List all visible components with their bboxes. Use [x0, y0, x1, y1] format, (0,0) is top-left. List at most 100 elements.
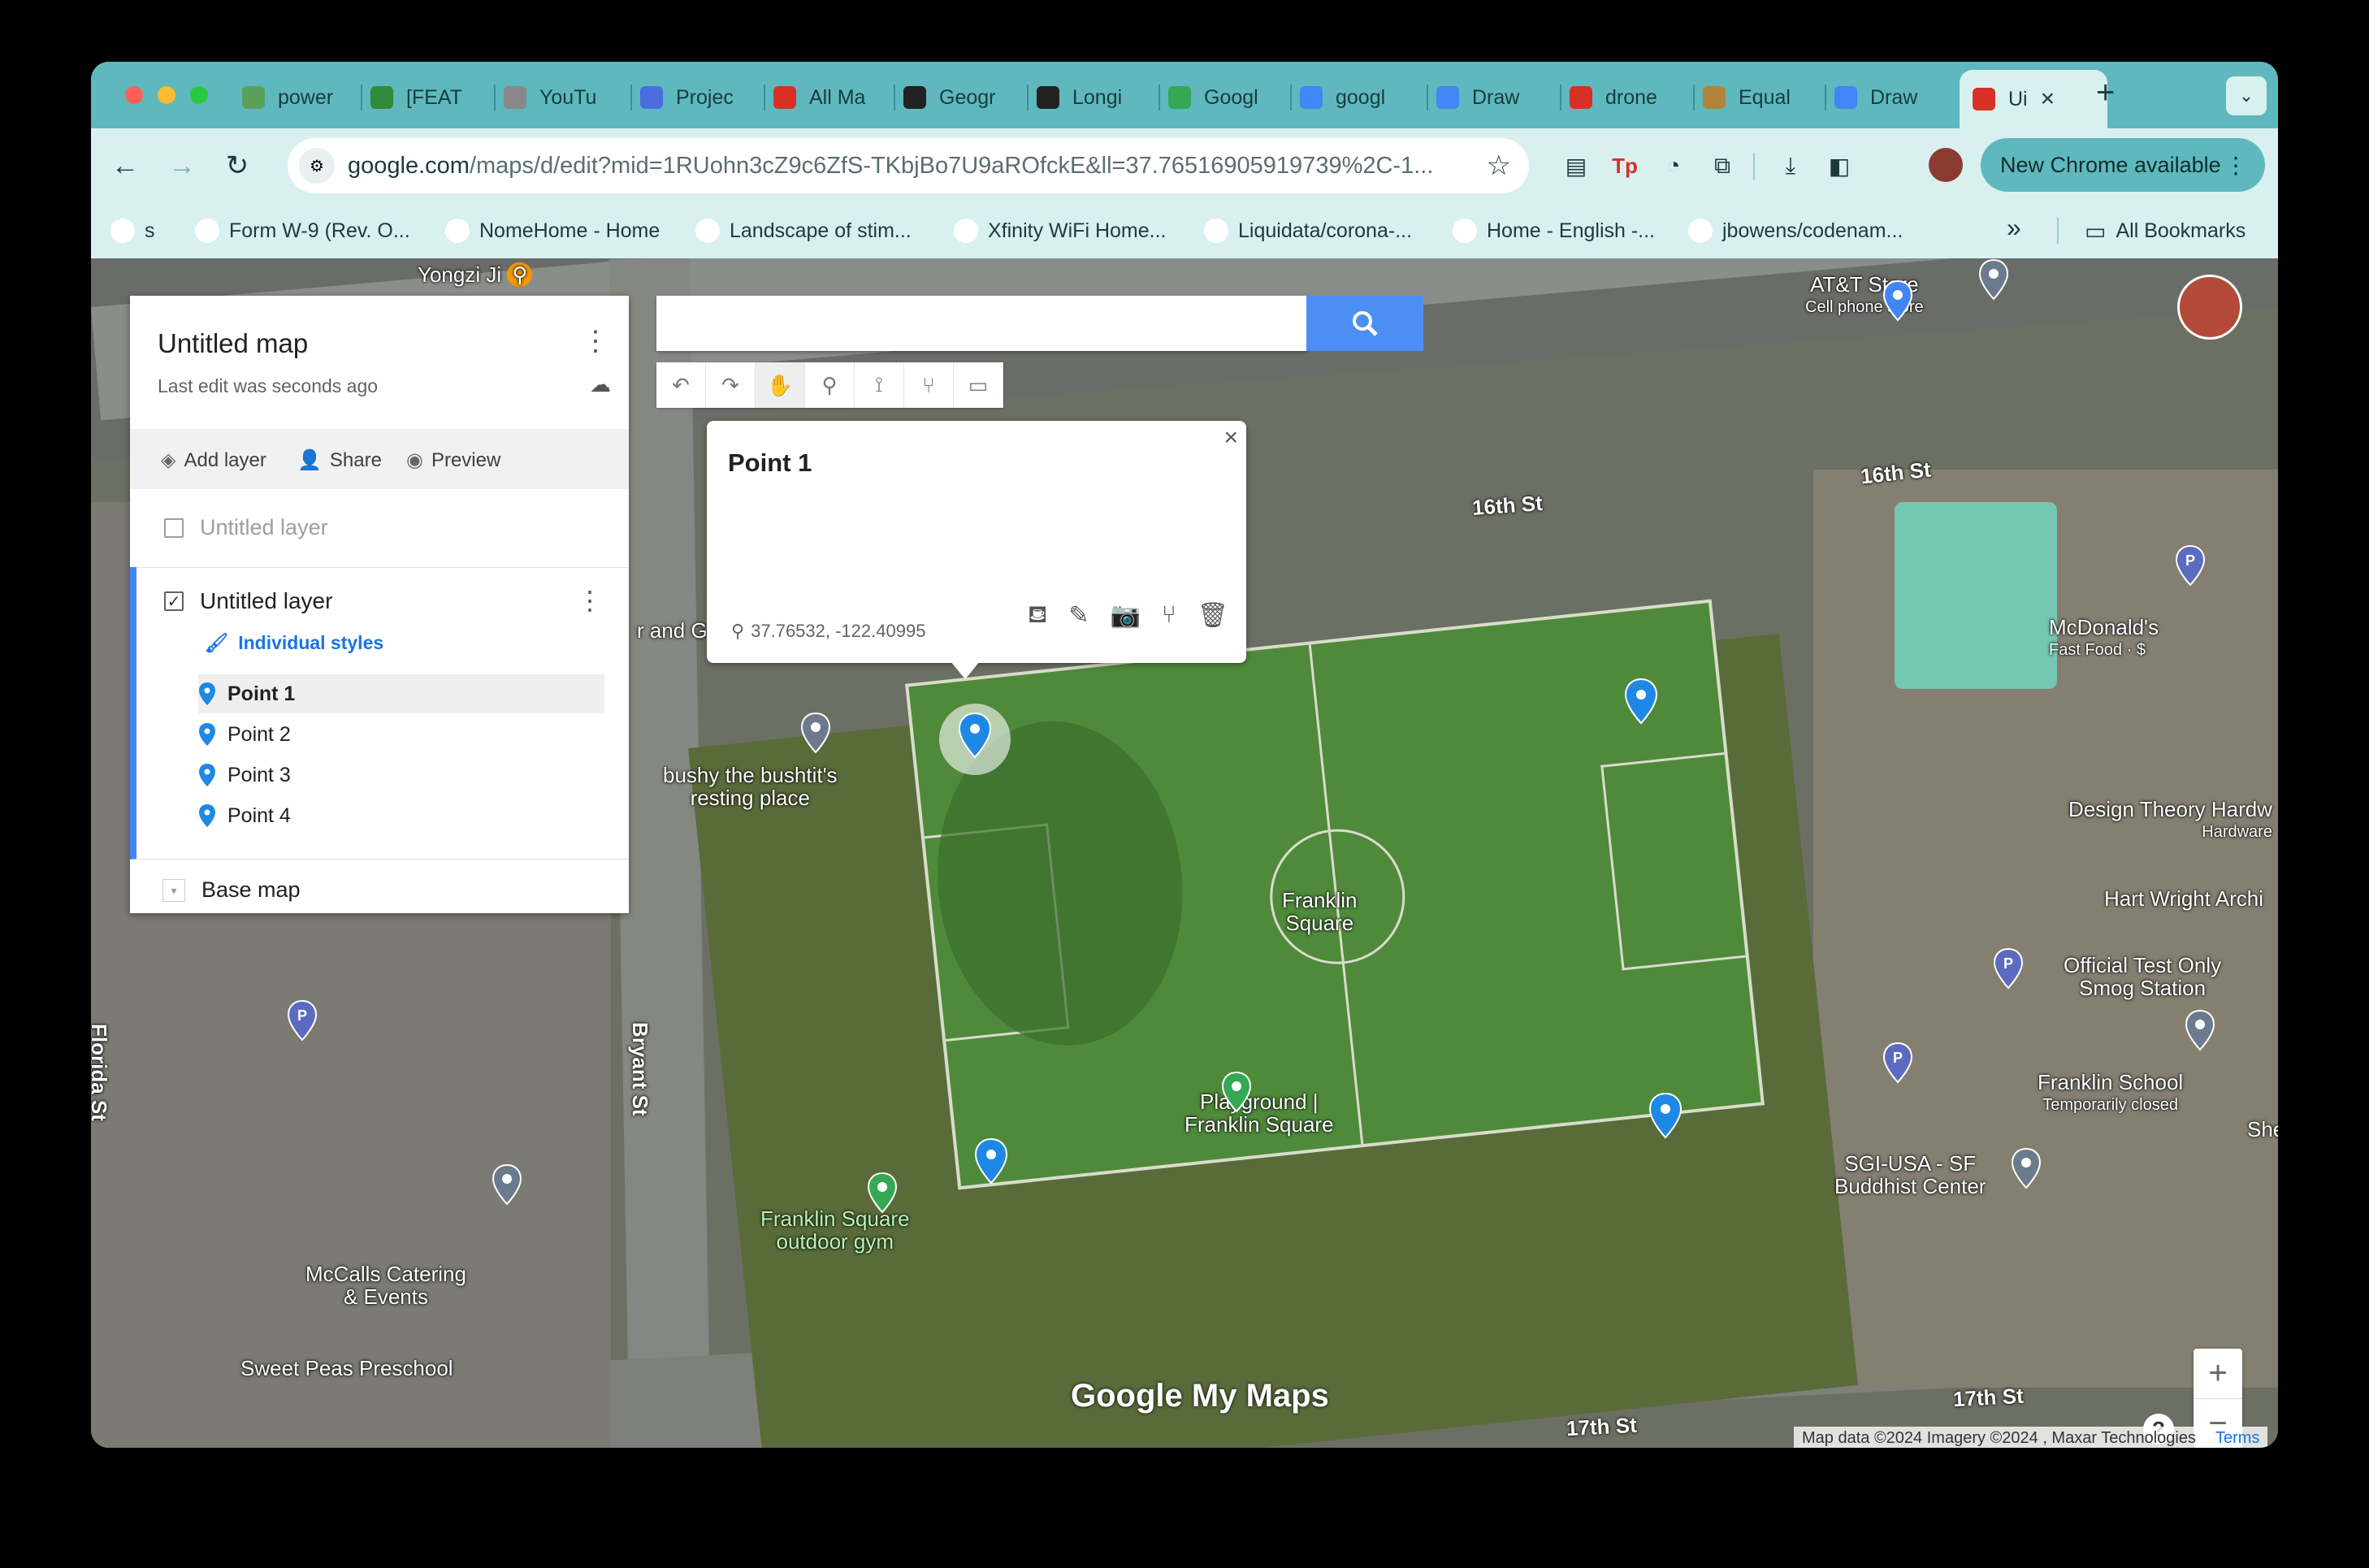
- download-icon[interactable]: ⤓: [1774, 149, 1807, 182]
- bookmark-8[interactable]: jbowens/codenam...: [1688, 216, 1903, 245]
- preview-button[interactable]: ◉ Preview: [406, 448, 500, 472]
- map-label-bushy[interactable]: bushy the bushtit's resting place: [663, 764, 838, 809]
- add-marker-button[interactable]: ⚲: [805, 362, 855, 408]
- back-button[interactable]: ←: [106, 146, 145, 185]
- shopping-marker-icon[interactable]: [1882, 279, 1914, 322]
- parking-marker-icon[interactable]: P: [1882, 1042, 1914, 1084]
- tab-9[interactable]: googl: [1300, 73, 1414, 122]
- tab-5[interactable]: All Ma: [773, 73, 887, 122]
- style-bucket-icon[interactable]: ⛾: [1028, 601, 1048, 632]
- all-bookmarks-button[interactable]: ▭ All Bookmarks: [2085, 216, 2246, 245]
- terms-link[interactable]: Terms: [2215, 1429, 2259, 1448]
- map-label-franklin-square[interactable]: Franklin Square: [1282, 889, 1357, 934]
- poi-marker-icon[interactable]: [2010, 1147, 2042, 1189]
- tab-2[interactable]: [FEAT: [370, 73, 484, 122]
- close-info-window-button[interactable]: ×: [1223, 424, 1238, 452]
- point-1-pin-icon[interactable]: [957, 712, 993, 759]
- tab-4[interactable]: Projec: [640, 73, 754, 122]
- add-directions-button[interactable]: ⑂: [904, 362, 954, 408]
- map-label-she[interactable]: She: [2247, 1118, 2278, 1141]
- new-chrome-available-button[interactable]: New Chrome available ⋮: [1981, 138, 2265, 192]
- map-label-sgi-usa[interactable]: SGI-USA - SF Buddhist Center: [1834, 1152, 1986, 1198]
- bookmark-6[interactable]: Liquidata/corona-...: [1204, 216, 1412, 245]
- map-title[interactable]: Untitled map: [158, 328, 308, 359]
- bookmark-1[interactable]: s: [110, 216, 155, 245]
- extension-badge-icon[interactable]: ◔: [1657, 149, 1690, 182]
- bookmarks-overflow-button[interactable]: »: [2007, 213, 2021, 243]
- share-button[interactable]: 👤 Share: [297, 448, 382, 472]
- account-avatar[interactable]: [2177, 275, 2242, 340]
- parking-marker-icon[interactable]: P: [2174, 544, 2207, 587]
- info-window-title[interactable]: Point 1: [728, 448, 812, 478]
- parking-marker-icon[interactable]: P: [286, 999, 318, 1042]
- parking-marker-icon[interactable]: P: [1992, 947, 2025, 990]
- redo-button[interactable]: ↷: [706, 362, 756, 408]
- layer-2[interactable]: ✓ Untitled layer ⋮ 🖌 Individual styles Po…: [130, 567, 629, 860]
- tab-7[interactable]: Longi: [1037, 73, 1150, 122]
- tab-8[interactable]: Googl: [1168, 73, 1282, 122]
- bookmark-2[interactable]: Form W-9 (Rev. O...: [195, 216, 410, 245]
- map-label-mccalls[interactable]: McCalls Catering & Events: [305, 1263, 466, 1308]
- draw-line-button[interactable]: ⟟: [855, 362, 904, 408]
- tab-11[interactable]: drone: [1570, 73, 1683, 122]
- base-map-row[interactable]: ▾ Base map: [130, 866, 629, 913]
- tab-1[interactable]: power: [242, 73, 356, 122]
- new-tab-button[interactable]: +: [2096, 75, 2115, 111]
- tab-12[interactable]: Equal: [1703, 73, 1817, 122]
- individual-styles-link[interactable]: 🖌 Individual styles: [205, 632, 383, 654]
- close-tab-icon[interactable]: ×: [2041, 85, 2055, 113]
- bookmark-3[interactable]: NomeHome - Home: [445, 216, 660, 245]
- feature-row-point-4[interactable]: Point 4: [198, 796, 604, 835]
- layer-1-name[interactable]: Untitled layer: [200, 515, 328, 540]
- bookmark-star-icon[interactable]: ☆: [1487, 149, 1511, 182]
- cast-icon[interactable]: ▤: [1560, 149, 1592, 182]
- bookmark-5[interactable]: Xfinity WiFi Home...: [954, 216, 1166, 245]
- camera-icon[interactable]: 📷: [1111, 601, 1141, 632]
- map-label-playground[interactable]: Playground | Franklin Square: [1184, 1090, 1334, 1136]
- reload-button[interactable]: ↻: [218, 146, 257, 185]
- bookmark-4[interactable]: Landscape of stim...: [695, 216, 912, 245]
- layer-2-name[interactable]: Untitled layer: [200, 588, 332, 614]
- bookmark-7[interactable]: Home - English -...: [1453, 216, 1655, 245]
- map-label-smog-station[interactable]: Official Test Only Smog Station: [2064, 954, 2221, 999]
- map-label-design-theory[interactable]: Design Theory Hardw Hardware: [2068, 798, 2272, 843]
- tab-10[interactable]: Draw: [1436, 73, 1550, 122]
- park-marker-icon[interactable]: [866, 1172, 899, 1214]
- search-input[interactable]: [656, 296, 1308, 351]
- close-window-button[interactable]: [125, 86, 143, 104]
- edit-pencil-icon[interactable]: ✎: [1068, 601, 1089, 632]
- side-panel-icon[interactable]: ◧: [1823, 149, 1856, 182]
- layer-1[interactable]: Untitled layer: [130, 489, 629, 568]
- zoom-in-button[interactable]: +: [2194, 1349, 2242, 1399]
- tab-search-button[interactable]: ⌄: [2226, 76, 2267, 115]
- tab-13[interactable]: Draw: [1834, 73, 1948, 122]
- poi-marker-icon[interactable]: [491, 1163, 523, 1206]
- map-label-outdoor-gym[interactable]: Franklin Square outdoor gym: [760, 1207, 910, 1253]
- map-options-button[interactable]: ⋮: [582, 325, 609, 357]
- map-label-franklin-school[interactable]: Franklin School Temporarily closed: [2038, 1071, 2183, 1116]
- measure-button[interactable]: ▭: [954, 362, 1003, 408]
- address-bar[interactable]: ⚙ google.com/maps/d/edit?mid=1RUohn3cZ9c…: [288, 138, 1529, 193]
- select-hand-button[interactable]: ✋: [756, 362, 805, 408]
- tab-14[interactable]: Ui ×: [1960, 70, 2107, 128]
- layer-1-checkbox[interactable]: [164, 518, 184, 538]
- minimize-window-button[interactable]: [158, 86, 175, 104]
- profile-avatar[interactable]: [1929, 148, 1963, 182]
- feature-row-point-1[interactable]: Point 1: [198, 674, 604, 713]
- extensions-puzzle-icon[interactable]: ⧉: [1706, 149, 1739, 182]
- point-3-pin-icon[interactable]: [1648, 1092, 1683, 1139]
- layer-2-checkbox[interactable]: ✓: [164, 591, 184, 611]
- map-label-hart-wright[interactable]: Hart Wright Archi: [2104, 887, 2263, 910]
- map-label-yongzi[interactable]: Yongzi Ji ⚲: [418, 262, 533, 287]
- directions-icon[interactable]: ⑂: [1162, 601, 1176, 632]
- zoom-window-button[interactable]: [190, 86, 208, 104]
- site-info-icon[interactable]: ⚙: [299, 148, 335, 184]
- search-button[interactable]: [1306, 296, 1423, 351]
- point-2-pin-icon[interactable]: [1623, 678, 1659, 725]
- layer-2-options-button[interactable]: ⋮: [577, 585, 603, 616]
- poi-marker-icon[interactable]: [1977, 258, 2010, 301]
- feature-row-point-3[interactable]: Point 3: [198, 756, 604, 795]
- point-4-pin-icon[interactable]: [973, 1137, 1009, 1185]
- tab-6[interactable]: Geogr: [903, 73, 1017, 122]
- map-label-sweet-peas[interactable]: Sweet Peas Preschool: [240, 1357, 453, 1380]
